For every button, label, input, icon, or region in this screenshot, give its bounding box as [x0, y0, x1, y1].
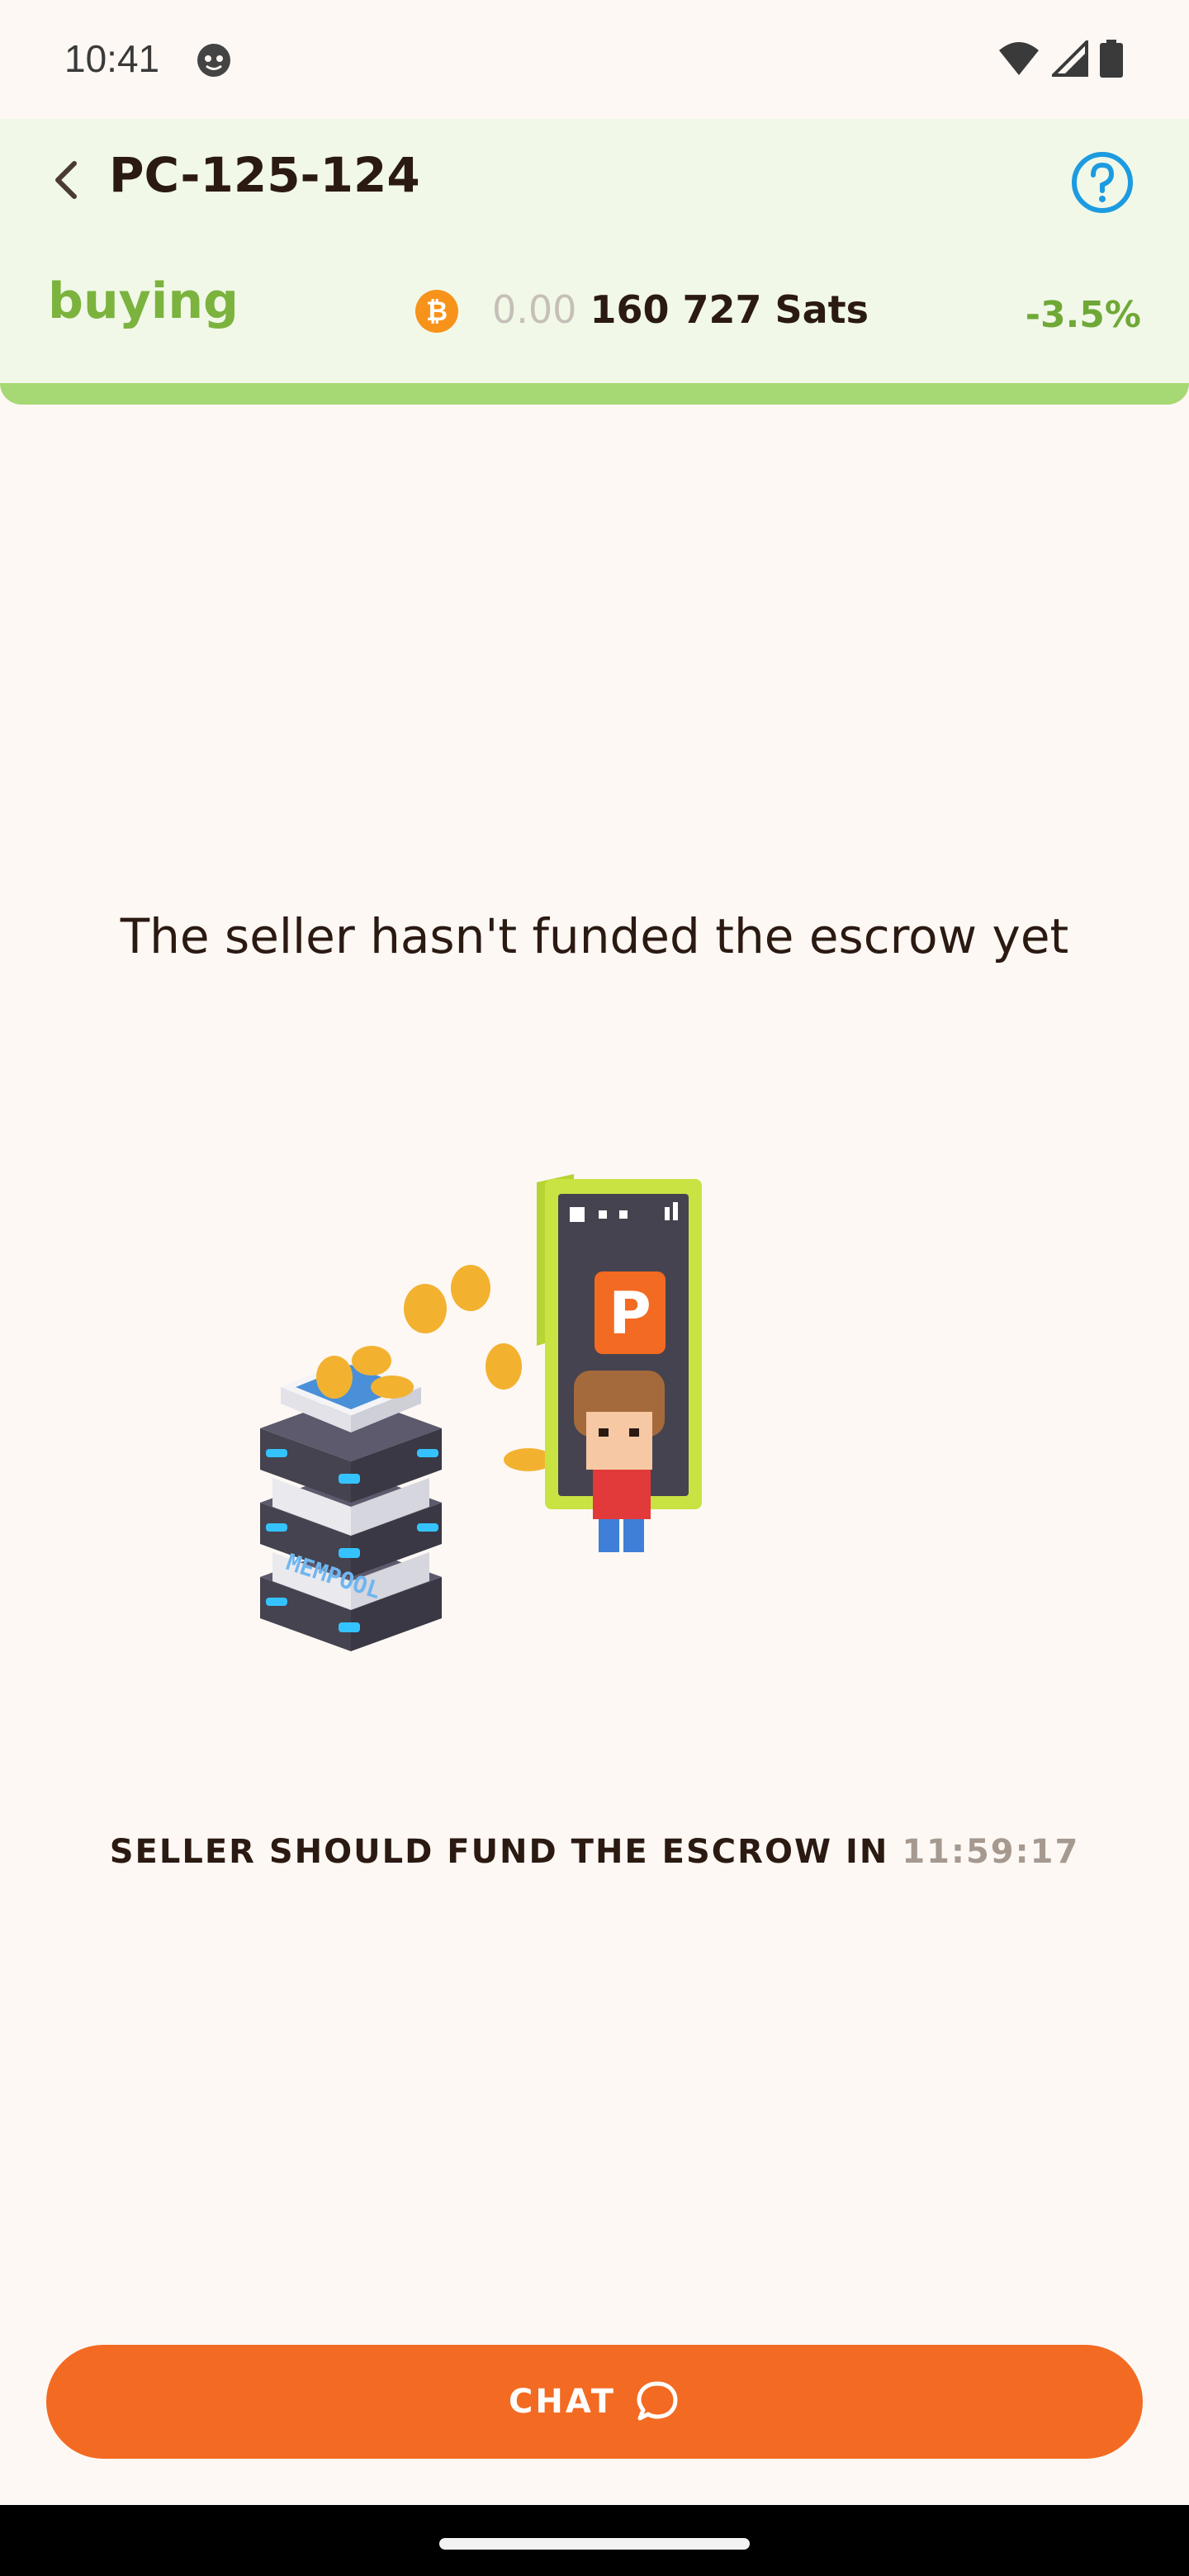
chat-button-label: CHAT	[509, 2383, 616, 2421]
status-bar: 10:41	[0, 0, 1189, 119]
header-accent-bar	[0, 383, 1189, 405]
countdown-label: SELLER SHOULD FUND THE ESCROW IN	[109, 1833, 889, 1871]
amount-value: 160 727 Sats	[590, 287, 869, 332]
server-stack: MEMPOOL	[260, 1358, 442, 1651]
cell-signal-icon	[1052, 40, 1088, 77]
trade-direction-label: buying	[48, 272, 239, 330]
trade-id-title: PC-125-124	[109, 147, 420, 203]
chat-bubble-icon	[637, 2381, 678, 2421]
chat-button[interactable]: CHAT	[46, 2345, 1143, 2459]
status-icons	[997, 40, 1123, 78]
mempool-escrow-illustration: MEMPOOL P	[260, 1174, 702, 1651]
amount-prefix: 0.00	[492, 287, 577, 332]
price-change: -3.5%	[1025, 294, 1141, 336]
chevron-left-icon[interactable]	[43, 155, 92, 205]
svg-text:₿: ₿	[426, 296, 448, 327]
escrow-countdown: SELLER SHOULD FUND THE ESCROW IN 11:59:1…	[0, 1833, 1189, 1871]
notification-face-icon	[197, 44, 230, 77]
bitcoin-icon: ₿	[415, 290, 458, 333]
wifi-icon	[999, 42, 1039, 75]
question-circle-icon[interactable]	[1070, 150, 1135, 215]
home-gesture-handle[interactable]	[439, 2538, 750, 2550]
trade-amount: 0.00 160 727 Sats	[492, 287, 869, 332]
character	[574, 1371, 665, 1552]
status-time: 10:41	[64, 37, 160, 80]
svg-text:P: P	[609, 1280, 651, 1347]
battery-icon	[1100, 40, 1123, 78]
escrow-status-message: The seller hasn't funded the escrow yet	[120, 908, 1069, 964]
countdown-timer: 11:59:17	[902, 1833, 1080, 1871]
